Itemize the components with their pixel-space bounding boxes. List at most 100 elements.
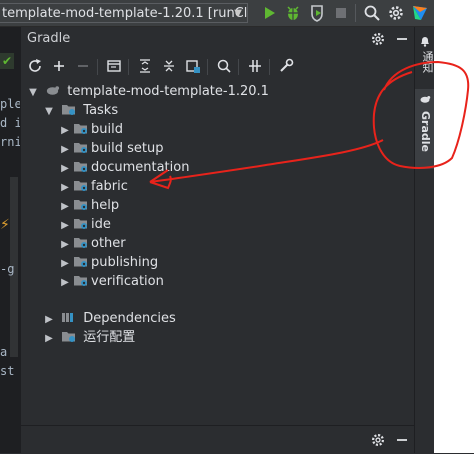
chevron-right-icon[interactable]: ▶ [59, 160, 71, 178]
chevron-down-icon[interactable]: ▼ [27, 84, 39, 102]
chevron-right-icon[interactable]: ▶ [59, 179, 71, 197]
tree-row-project[interactable]: ▼ template-mod-template-1.20.1 [27, 83, 269, 101]
task-group-label: publishing [91, 255, 159, 270]
run-icon[interactable] [260, 4, 278, 22]
code-fragment: st [0, 364, 15, 378]
tree-row-dependencies[interactable]: ▶ Dependencies [43, 310, 176, 328]
run-configuration-label: template-mod-template-1.20.1 [runClient] [2, 6, 248, 21]
tree-row-task-group[interactable]: ▶ verification [59, 273, 164, 291]
chevron-right-icon[interactable]: ▶ [43, 330, 55, 348]
top-toolbar: template-mod-template-1.20.1 [runClient]… [0, 0, 474, 27]
task-group-label: build [91, 122, 123, 137]
folder-icon [74, 200, 87, 210]
toolbar-separator [207, 59, 208, 75]
coverage-icon[interactable] [308, 4, 326, 22]
project-label: template-mod-template-1.20.1 [67, 84, 269, 99]
chevron-down-icon: ▼ [234, 8, 242, 19]
task-group-label: help [91, 198, 120, 213]
expand-all-icon[interactable] [137, 58, 153, 74]
code-fragment: rni [0, 135, 20, 149]
gradle-toolbar [21, 55, 415, 79]
chevron-right-icon[interactable]: ▶ [59, 236, 71, 254]
folder-icon [74, 219, 87, 229]
tree-row-task-group[interactable]: ▶ fabric [59, 178, 128, 196]
gradle-tab[interactable]: Gradle [415, 89, 435, 169]
tree-row-task-group[interactable]: ▶ help [59, 197, 119, 215]
remove-icon[interactable] [75, 58, 91, 74]
gradle-panel-header: Gradle [21, 27, 415, 53]
code-editor-edge: ✔ ple d i rni ⚡ -g a st [0, 27, 20, 453]
task-group-label: verification [91, 274, 164, 289]
tree-row-tasks[interactable]: ▼ Tasks [43, 102, 118, 120]
lightbulb-icon: ⚡ [0, 217, 10, 233]
search-icon[interactable] [363, 4, 381, 22]
tree-row-task-group[interactable]: ▶ publishing [59, 254, 158, 272]
settings-wrench-icon[interactable] [278, 58, 294, 74]
notifications-tab[interactable]: 通知 [415, 31, 435, 83]
chevron-right-icon[interactable]: ▶ [59, 255, 71, 273]
gear-icon[interactable] [370, 31, 386, 47]
folder-icon [74, 124, 87, 134]
logo-icon[interactable] [411, 4, 429, 22]
chevron-right-icon[interactable]: ▶ [59, 274, 71, 292]
gradle-tool-window: Gradle ▼ template-mod-template-1.20.1 ▼ … [20, 27, 415, 453]
tree-row-task-group[interactable]: ▶ build [59, 121, 123, 139]
dependencies-icon [62, 313, 74, 322]
task-group-label: fabric [91, 179, 128, 194]
chevron-right-icon[interactable]: ▶ [59, 198, 71, 216]
run-configuration-selector[interactable]: template-mod-template-1.20.1 [runClient]… [0, 3, 248, 23]
dependencies-icon[interactable] [185, 58, 201, 74]
chevron-right-icon[interactable]: ▶ [59, 217, 71, 235]
folder-icon [62, 332, 76, 342]
code-fragment: d i [0, 116, 20, 130]
gear-icon[interactable] [370, 432, 386, 448]
code-fragment: ple [0, 97, 20, 111]
chevron-right-icon[interactable]: ▶ [59, 141, 71, 159]
gradle-tab-label: Gradle [419, 111, 432, 152]
folder-icon [74, 143, 87, 153]
checkmark-icon: ✔ [2, 54, 13, 68]
gradle-elephant-icon [420, 96, 431, 103]
hide-panel-icon[interactable] [394, 31, 410, 47]
hide-panel-icon[interactable] [394, 432, 410, 448]
folder-icon [74, 181, 87, 191]
debug-icon[interactable] [284, 4, 302, 22]
folder-icon [74, 257, 87, 267]
tree-row-task-group[interactable]: ▶ other [59, 235, 126, 253]
task-group-label: documentation [91, 160, 190, 175]
notifications-tab-label: 通知 [421, 51, 434, 73]
toolbar-separator [238, 59, 239, 75]
run-configurations-label: 运行配置 [83, 330, 136, 345]
toolbar-separator [355, 4, 356, 22]
screenshot-margin [434, 0, 474, 453]
refresh-icon[interactable] [27, 58, 43, 74]
tasks-label: Tasks [83, 103, 119, 118]
code-fragment: -g [0, 262, 15, 276]
add-icon[interactable] [51, 58, 67, 74]
settings-icon[interactable] [387, 4, 405, 22]
tree-row-run-configurations[interactable]: ▶ 运行配置 [43, 329, 135, 347]
code-fragment: a [0, 345, 8, 359]
task-group-label: build setup [91, 141, 164, 156]
folder-icon [74, 162, 87, 172]
panel-title: Gradle [27, 31, 71, 46]
tree-row-task-group[interactable]: ▶ build setup [59, 140, 163, 158]
chevron-right-icon[interactable]: ▶ [59, 122, 71, 140]
analyze-icon[interactable] [216, 58, 232, 74]
folder-icon [62, 105, 76, 115]
toolbar-separator [128, 59, 129, 75]
task-group-label: ide [91, 217, 111, 232]
toggle-offline-icon[interactable] [106, 58, 122, 74]
toolbar-separator [269, 59, 270, 75]
stop-icon[interactable] [332, 4, 350, 22]
chevron-down-icon[interactable]: ▼ [43, 103, 55, 121]
tree-row-task-group[interactable]: ▶ ide [59, 216, 111, 234]
link-icon[interactable] [247, 58, 263, 74]
collapse-all-icon[interactable] [161, 58, 177, 74]
tree-row-task-group[interactable]: ▶ documentation [59, 159, 189, 177]
bell-icon [421, 37, 429, 47]
gradle-panel-footer [21, 425, 415, 454]
right-tool-strip: 通知 Gradle [414, 27, 435, 453]
folder-icon [74, 238, 87, 248]
chevron-right-icon[interactable]: ▶ [43, 311, 55, 329]
